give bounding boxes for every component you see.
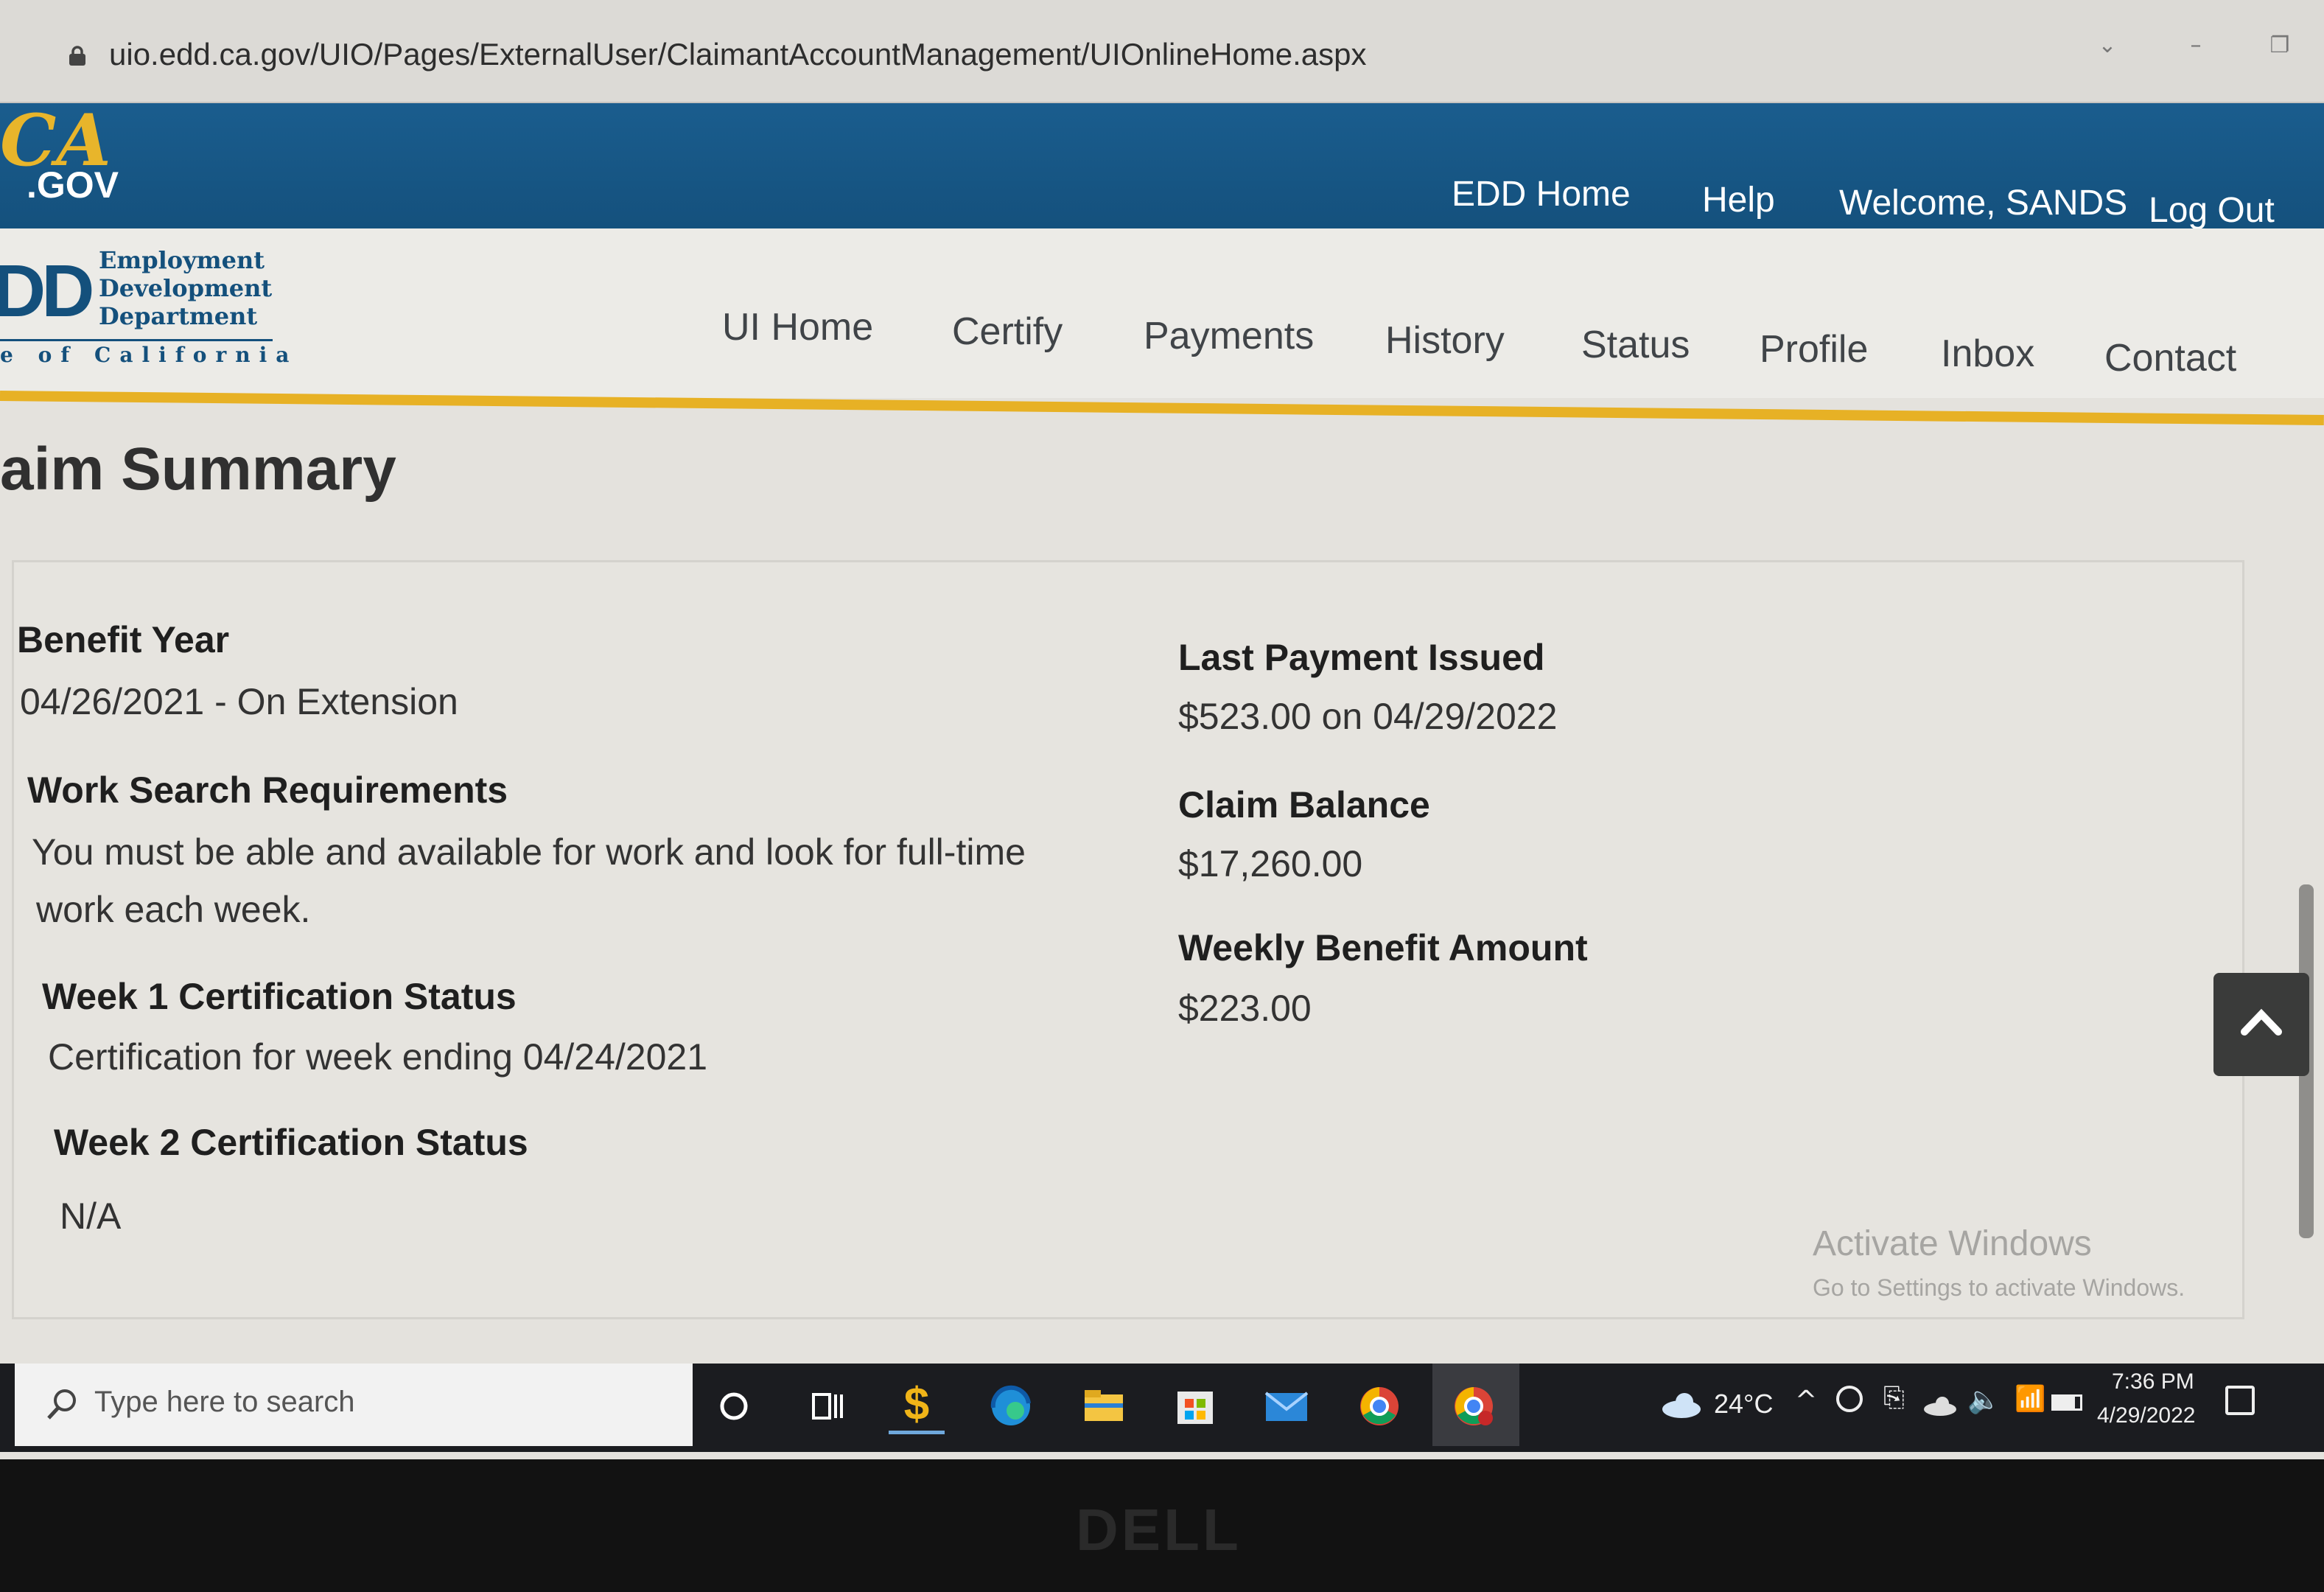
clock-time[interactable]: 7:36 PM: [2112, 1369, 2194, 1394]
last-payment-label: Last Payment Issued: [1178, 637, 1545, 678]
store-icon[interactable]: [1167, 1378, 1223, 1434]
weather-cloud-icon[interactable]: [1659, 1390, 1704, 1420]
edd-logo-line: Department: [99, 302, 258, 330]
dell-monitor-logo: DELL: [1076, 1497, 1242, 1563]
week1-status-label: Week 1 Certification Status: [42, 976, 517, 1017]
ca-gov-logo[interactable]: CA .GOV: [0, 99, 119, 214]
address-bar[interactable]: uio.edd.ca.gov/UIO/Pages/ExternalUser/Cl…: [109, 37, 1367, 72]
scroll-to-top-button[interactable]: [2213, 973, 2309, 1076]
work-search-text: You must be able and available for work …: [32, 831, 1026, 873]
gov-header: CA .GOV EDD Home Help Welcome, SANDS Log…: [0, 99, 2324, 236]
volume-icon[interactable]: 🔈: [1967, 1384, 2001, 1415]
weather-temperature[interactable]: 24°C: [1714, 1389, 1773, 1420]
nav-history[interactable]: History: [1385, 318, 1505, 363]
edd-logo-line: Development: [99, 274, 273, 302]
benefit-year-value: 04/26/2021 - On Extension: [20, 681, 458, 722]
claim-balance-value: $17,260.00: [1178, 843, 1363, 884]
search-icon: [47, 1389, 76, 1420]
claim-summary-card: Benefit Year 04/26/2021 - On Extension W…: [12, 560, 2244, 1319]
activate-windows-subtitle: Go to Settings to activate Windows.: [1813, 1274, 2185, 1301]
minimize-icon[interactable]: –: [2181, 32, 2211, 62]
clock-date[interactable]: 4/29/2022: [2097, 1403, 2195, 1428]
chrome-icon[interactable]: [1351, 1378, 1407, 1434]
edd-logo-state: e of California: [0, 339, 289, 367]
week2-status-value: N/A: [60, 1195, 122, 1237]
lock-icon: [69, 46, 85, 66]
cortana-icon[interactable]: [706, 1378, 762, 1434]
chevron-up-icon: [2241, 1008, 2282, 1036]
edd-logo[interactable]: DD Employment Development Department e o…: [0, 236, 289, 383]
nav-payments[interactable]: Payments: [1144, 314, 1314, 358]
onedrive-icon[interactable]: [1922, 1394, 1959, 1417]
nav-ui-home[interactable]: UI Home: [722, 305, 873, 349]
chevron-up-tray-icon[interactable]: ^: [1795, 1386, 1817, 1416]
notification-icon[interactable]: [2225, 1386, 2255, 1415]
logout-link[interactable]: Log Out: [2149, 190, 2275, 231]
meet-now-icon[interactable]: ⎘: [1883, 1383, 1905, 1414]
battery-icon[interactable]: [2051, 1394, 2082, 1411]
mail-icon[interactable]: [1259, 1378, 1315, 1434]
dollar-app-icon[interactable]: $: [889, 1378, 945, 1434]
last-payment-value: $523.00 on 04/29/2022: [1178, 696, 1558, 737]
activate-windows-title: Activate Windows: [1813, 1224, 2092, 1263]
work-search-label: Work Search Requirements: [27, 769, 508, 811]
edd-logo-line: Employment: [99, 246, 265, 274]
nav-contact[interactable]: Contact: [2104, 336, 2236, 380]
claim-balance-label: Claim Balance: [1178, 784, 1430, 825]
activate-windows-watermark: Activate Windows Go to Settings to activ…: [1813, 1223, 2185, 1302]
edd-home-link[interactable]: EDD Home: [1452, 174, 1631, 214]
page-title: aim Summary: [0, 436, 396, 503]
main-navigation: DD Employment Development Department e o…: [0, 228, 2324, 398]
benefit-year-label: Benefit Year: [17, 619, 230, 660]
location-icon[interactable]: [1836, 1386, 1863, 1412]
edge-browser-icon[interactable]: [983, 1378, 1039, 1434]
browser-toolbar: uio.edd.ca.gov/UIO/Pages/ExternalUser/Cl…: [0, 0, 2324, 146]
file-explorer-icon[interactable]: [1076, 1378, 1132, 1434]
weekly-benefit-value: $223.00: [1178, 988, 1312, 1029]
screen: uio.edd.ca.gov/UIO/Pages/ExternalUser/Cl…: [0, 0, 2324, 1459]
network-icon[interactable]: 📶: [2015, 1384, 2045, 1414]
taskbar-search-input[interactable]: Type here to search: [15, 1364, 693, 1446]
nav-inbox[interactable]: Inbox: [1941, 332, 2034, 376]
welcome-text: Welcome, SANDS: [1839, 184, 2128, 223]
weekly-benefit-label: Weekly Benefit Amount: [1178, 927, 1588, 968]
windows-taskbar: Type here to search $ 24°C ^ ⎘ 🔈 📶 7:36 …: [0, 1364, 2324, 1452]
chrome-profile-icon[interactable]: [1446, 1378, 1502, 1434]
nav-certify[interactable]: Certify: [952, 310, 1063, 354]
search-placeholder: Type here to search: [94, 1386, 355, 1418]
nav-status[interactable]: Status: [1581, 323, 1690, 367]
nav-profile[interactable]: Profile: [1760, 327, 1868, 371]
work-search-text: work each week.: [36, 889, 311, 930]
window-dropdown-icon[interactable]: ⌄: [2093, 32, 2122, 62]
help-link[interactable]: Help: [1702, 180, 1775, 220]
restore-icon[interactable]: ❐: [2265, 32, 2295, 62]
week2-status-label: Week 2 Certification Status: [54, 1122, 528, 1163]
gov-logo-text: .GOV: [27, 164, 119, 206]
task-view-icon[interactable]: [799, 1378, 855, 1434]
week1-status-value: Certification for week ending 04/24/2021: [48, 1036, 708, 1078]
edd-logo-mark: DD: [0, 250, 94, 332]
